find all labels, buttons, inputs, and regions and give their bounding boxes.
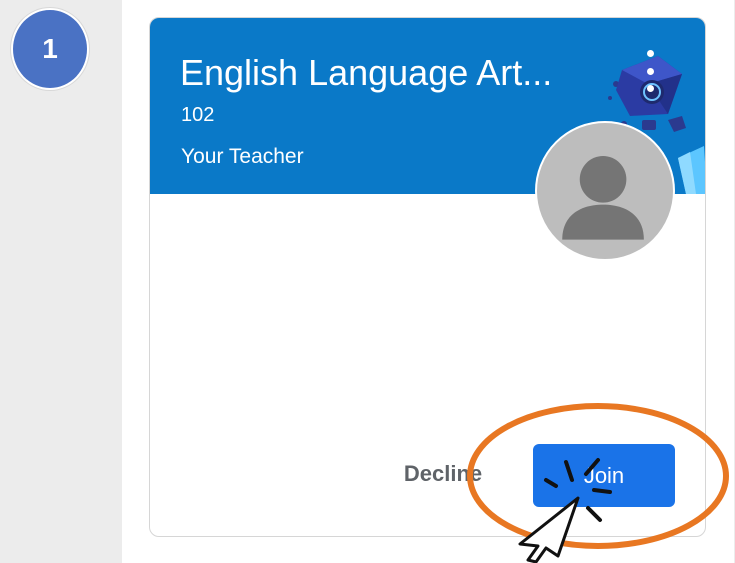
course-title[interactable]: English Language Art...	[180, 52, 552, 94]
course-section: 102	[181, 104, 215, 126]
person-avatar-icon	[535, 121, 675, 261]
step-number-badge: 1	[11, 8, 89, 90]
tutorial-screenshot: 1 English Language Art... 102 Your Teach…	[0, 0, 735, 563]
decline-button[interactable]: Decline	[388, 451, 498, 497]
join-button[interactable]: Join	[533, 444, 675, 507]
flag-illustration-icon	[678, 146, 705, 194]
more-vert-icon[interactable]	[638, 50, 662, 92]
teacher-name: Your Teacher	[181, 145, 304, 168]
